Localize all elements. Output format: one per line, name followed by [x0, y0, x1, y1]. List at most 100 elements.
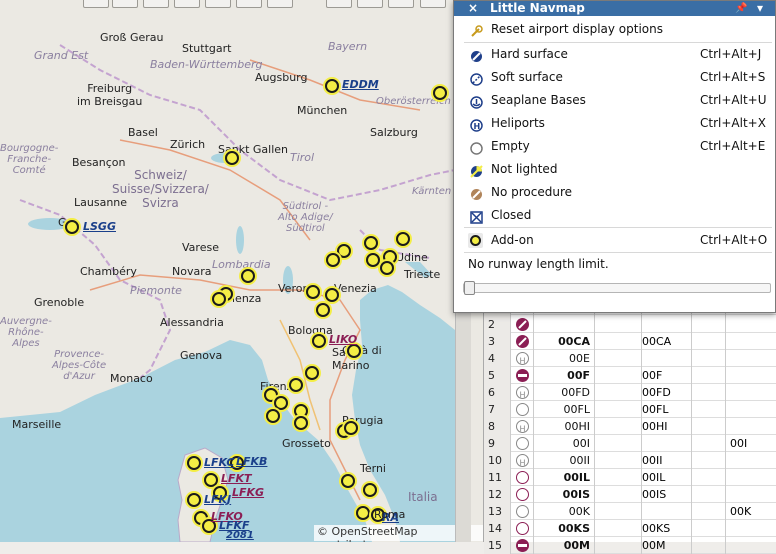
toolbar-button[interactable] [388, 0, 414, 8]
airport-marker[interactable] [187, 456, 201, 470]
airport-marker[interactable] [326, 253, 340, 267]
menu-item-not-lighted[interactable]: Not lighted [454, 158, 775, 181]
addon-item[interactable]: Add-on Ctrl+Alt+O [454, 229, 775, 252]
airport-marker[interactable] [212, 292, 226, 306]
table-row[interactable]: 15 00M 00M [484, 537, 776, 554]
airport-results-table[interactable]: 00C 2300CA00CA4H00E500F00F6H00FD00FD700F… [483, 300, 776, 554]
toolbar-button[interactable] [357, 0, 383, 8]
toolbar-button[interactable] [267, 0, 293, 8]
airport-marker[interactable] [380, 261, 394, 275]
table-cell [595, 316, 642, 333]
airport-marker[interactable] [294, 416, 308, 430]
airport-marker[interactable] [241, 269, 255, 283]
airport-marker[interactable] [364, 236, 378, 250]
table-row[interactable]: 8 H 00HI 00HI [484, 418, 776, 435]
airport-marker[interactable] [305, 366, 319, 380]
menu-item-closed[interactable]: Closed [454, 204, 775, 227]
table-cell [595, 333, 642, 350]
menu-item-soft-surface[interactable]: Soft surface Ctrl+Alt+S [454, 66, 775, 89]
toolbar-button[interactable] [174, 0, 200, 8]
airport-marker[interactable] [187, 493, 201, 507]
airport-marker[interactable] [306, 285, 320, 299]
toolbar-button[interactable] [205, 0, 231, 8]
airport-marker[interactable] [266, 409, 280, 423]
airport-marker[interactable] [204, 473, 218, 487]
menu-item-hard-surface[interactable]: Hard surface Ctrl+Alt+J [454, 43, 775, 66]
airport-marker[interactable] [225, 151, 239, 165]
table-row[interactable]: 7 00FL 00FL [484, 401, 776, 418]
map-view[interactable]: Groß Gerau Stuttgart Baden-Württemberg B… [0, 0, 483, 542]
toolbar-button[interactable] [326, 0, 352, 8]
airport-marker[interactable] [396, 232, 410, 246]
addon-icon [470, 235, 481, 246]
airport-marker[interactable] [366, 253, 380, 267]
table-row[interactable]: 4 H 00E [484, 350, 776, 367]
map-label: Venezia [334, 282, 377, 295]
reset-airport-options-item[interactable]: Reset airport display options [454, 18, 775, 41]
table-row[interactable]: 14 00KS 00KS [484, 520, 776, 537]
airport-label[interactable]: LFKJ [204, 493, 231, 506]
row-number: 7 [484, 401, 511, 418]
local-code-cell [726, 316, 776, 333]
airport-marker[interactable] [312, 334, 326, 348]
menu-item-shortcut: Ctrl+Alt+O [700, 233, 768, 247]
airport-marker[interactable] [325, 79, 339, 93]
map-label: Baden-Württemberg [150, 58, 263, 71]
table-cell [595, 350, 642, 367]
airport-label[interactable]: LFKG [232, 486, 264, 499]
pin-icon[interactable]: 📌 [735, 1, 747, 16]
table-row[interactable]: 6 H 00FD 00FD [484, 384, 776, 401]
airport-marker[interactable] [316, 303, 330, 317]
airport-marker[interactable] [347, 344, 361, 358]
menu-item-heliports[interactable]: H Heliports Ctrl+Alt+X [454, 112, 775, 135]
table-row[interactable]: 10 H 00II 00II [484, 452, 776, 469]
heliport-icon: H [470, 117, 483, 132]
table-row[interactable]: 2 [484, 316, 776, 333]
menu-separator [464, 227, 772, 228]
toolbar-button[interactable] [236, 0, 262, 8]
airport-marker[interactable] [65, 220, 79, 234]
airport-marker[interactable] [341, 474, 355, 488]
table-row[interactable]: 3 00CA 00CA [484, 333, 776, 350]
row-number: 12 [484, 486, 511, 503]
airport-marker[interactable] [274, 396, 288, 410]
map-label: Salzburg [370, 126, 418, 139]
toolbar-button[interactable] [83, 0, 109, 8]
table-row[interactable]: 13 00K 00K [484, 503, 776, 520]
table-row[interactable]: 9 00I 00I [484, 435, 776, 452]
airport-marker[interactable] [344, 421, 358, 435]
faa-cell [692, 503, 726, 520]
menu-item-empty[interactable]: Empty Ctrl+Alt+E [454, 135, 775, 158]
toolbar-button[interactable] [112, 0, 138, 8]
collapse-icon[interactable]: ▾ [757, 1, 763, 16]
icao-cell: 00KS [642, 520, 692, 537]
airport-marker[interactable] [325, 288, 339, 302]
slider-handle[interactable] [464, 281, 475, 295]
airport-label[interactable]: EDDM [342, 78, 379, 91]
menu-item-no-procedure[interactable]: No procedure [454, 181, 775, 204]
map-label: Bourgogne- Franche- Comté [0, 143, 59, 176]
airport-marker[interactable] [433, 86, 447, 100]
menu-item-seaplane-bases[interactable]: Seaplane Bases Ctrl+Alt+U [454, 89, 775, 112]
airport-label[interactable]: LFKC [204, 456, 234, 469]
ident-cell: 00II [534, 452, 595, 469]
map-label: Monaco [110, 372, 153, 385]
airport-label[interactable]: LFKB [236, 455, 267, 468]
toolbar-button[interactable] [143, 0, 169, 8]
toolbar-button[interactable] [420, 0, 446, 8]
row-number: 3 [484, 333, 511, 350]
airport-label[interactable]: LIKO [329, 333, 357, 346]
table-row[interactable]: 12 00IS 00IS [484, 486, 776, 503]
airport-marker[interactable] [289, 378, 303, 392]
close-icon[interactable]: × [468, 1, 478, 16]
row-number: 11 [484, 469, 511, 486]
airport-marker[interactable] [356, 506, 370, 520]
map-label: Kärnten [412, 186, 452, 197]
airport-marker[interactable] [363, 483, 377, 497]
runway-length-slider[interactable] [463, 281, 771, 295]
table-row[interactable]: 5 00F 00F [484, 367, 776, 384]
table-row[interactable]: 11 00IL 00IL [484, 469, 776, 486]
airport-label[interactable]: LSGG [83, 220, 116, 233]
airport-label[interactable]: 2081 [226, 530, 254, 541]
airport-label[interactable]: LFKT [221, 472, 252, 485]
